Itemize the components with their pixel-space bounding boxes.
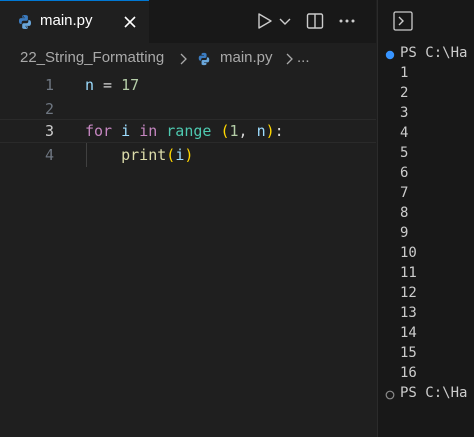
play-icon[interactable]	[256, 11, 274, 31]
terminal-panel[interactable]: PS C:\Ha 1 2 3 4 5 6 7 8 9 10 11 12 13 14 15 16 PS C:\Ha	[377, 0, 474, 437]
line-number: 4	[44, 146, 54, 164]
terminal-prompt: PS C:\Ha	[400, 45, 468, 61]
terminal-output-line: 6	[400, 165, 409, 181]
terminal-output-line: 4	[400, 125, 409, 141]
terminal-output-line: 2	[400, 85, 409, 101]
chevron-down-icon[interactable]	[278, 11, 292, 31]
python-icon	[17, 14, 33, 30]
code-line: 4 print(i)	[0, 143, 376, 167]
terminal-output-line: 1	[400, 65, 409, 81]
code-line-current: 3 for i in range (1, n):	[0, 119, 376, 143]
terminal-output-line: 14	[400, 325, 417, 341]
line-number: 1	[44, 76, 54, 94]
more-icon[interactable]	[337, 11, 357, 31]
tab-main-py[interactable]: main.py	[0, 0, 149, 43]
terminal-output-line: 8	[400, 205, 409, 221]
terminal-output-line: 3	[400, 105, 409, 121]
tab-label: main.py	[40, 12, 93, 29]
python-icon	[197, 52, 211, 66]
code-line: 1 n = 17	[0, 73, 376, 97]
editor-pane: main.py 22_String_Formatting main.py ...…	[0, 0, 376, 437]
idle-dot-icon	[385, 388, 395, 400]
breadcrumb: 22_String_Formatting main.py ...	[0, 43, 376, 73]
terminal-output-line: 9	[400, 225, 409, 241]
terminal-output-line: 7	[400, 185, 409, 201]
terminal-prompt: PS C:\Ha	[400, 385, 468, 401]
terminal-output-line: 10	[400, 245, 417, 261]
code-editor[interactable]: 1 n = 17 2 3 for i in range (1, n): 4 pr…	[0, 73, 376, 437]
code-line: 2	[0, 97, 376, 121]
terminal-output-line: 16	[400, 365, 417, 381]
terminal-output-line: 5	[400, 145, 409, 161]
terminal-output-line: 13	[400, 305, 417, 321]
terminal-icon[interactable]	[392, 10, 414, 32]
chevron-right-icon	[284, 52, 294, 65]
success-dot-icon	[385, 48, 395, 60]
tab-bar: main.py	[0, 0, 376, 43]
terminal-output-line: 15	[400, 345, 417, 361]
close-icon[interactable]	[120, 12, 140, 32]
code-text: n = 17	[85, 76, 140, 94]
split-editor-icon[interactable]	[305, 11, 325, 31]
terminal-output-line: 11	[400, 265, 417, 281]
chevron-right-icon	[178, 52, 188, 65]
code-text: for i in range (1, n):	[85, 122, 284, 140]
vscode-window: main.py 22_String_Formatting main.py ...…	[0, 0, 474, 437]
breadcrumb-ellipsis[interactable]: ...	[297, 49, 310, 66]
line-number: 3	[44, 122, 54, 140]
code-text: print(i)	[121, 146, 194, 164]
breadcrumb-folder[interactable]: 22_String_Formatting	[20, 49, 164, 66]
terminal-output-line: 12	[400, 285, 417, 301]
breadcrumb-file[interactable]: main.py	[220, 49, 273, 66]
line-number: 2	[44, 100, 54, 118]
